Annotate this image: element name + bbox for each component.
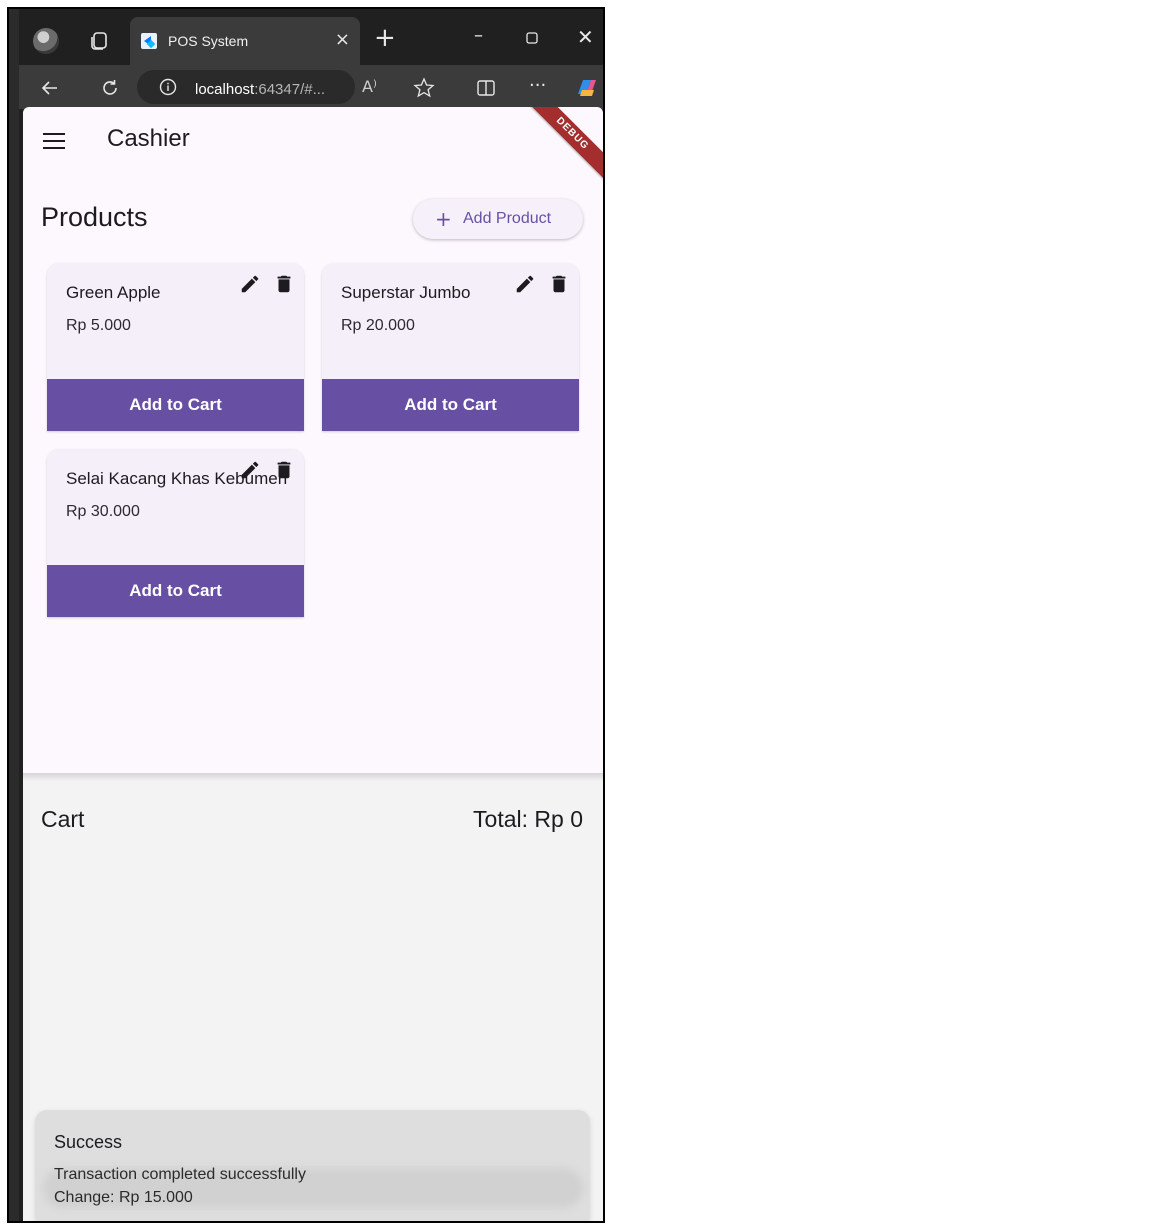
tab-title: POS System <box>168 33 249 49</box>
address-bar-row: localhost:64347/#... A⁾ ··· <box>19 65 603 109</box>
edit-icon[interactable] <box>239 459 261 481</box>
add-product-button[interactable]: + Add Product <box>413 199 583 239</box>
add-to-cart-button[interactable]: Add to Cart <box>47 379 304 431</box>
snackbar-change: Change: Rp 15.000 <box>54 1189 193 1206</box>
add-to-cart-button[interactable]: Add to Cart <box>47 565 304 617</box>
product-price: Rp 20.000 <box>341 317 415 334</box>
window-edge <box>9 9 19 1221</box>
minimize-icon[interactable]: – <box>474 25 483 46</box>
product-price: Rp 30.000 <box>66 503 140 520</box>
add-icon: + <box>435 207 452 231</box>
delete-icon[interactable] <box>273 459 295 481</box>
workspaces-icon[interactable] <box>89 30 111 52</box>
cart-total: Total: Rp 0 <box>473 806 583 832</box>
products-heading: Products <box>41 202 148 232</box>
refresh-icon[interactable] <box>100 78 120 98</box>
new-tab-icon[interactable]: + <box>374 23 396 53</box>
add-product-label: Add Product <box>463 210 552 227</box>
cart-heading: Cart <box>41 806 85 832</box>
success-snackbar: Success Transaction completed successful… <box>35 1110 590 1221</box>
address-bar[interactable]: localhost:64347/#... <box>137 70 355 104</box>
product-card: Superstar Jumbo Rp 20.000 Add to Cart <box>322 263 579 431</box>
product-card: Green Apple Rp 5.000 Add to Cart <box>47 263 304 431</box>
delete-icon[interactable] <box>548 273 570 295</box>
edit-icon[interactable] <box>239 273 261 295</box>
site-info-icon[interactable] <box>159 78 177 96</box>
back-icon[interactable] <box>40 78 60 98</box>
url-text: localhost:64347/#... <box>195 81 326 98</box>
read-aloud-icon[interactable]: A⁾ <box>362 77 377 96</box>
debug-banner: DEBUG <box>519 107 603 187</box>
product-name: Superstar Jumbo <box>341 283 471 302</box>
browser-window: POS System × + – ✕ localhost:64347/#... … <box>7 7 605 1223</box>
split-screen-icon[interactable] <box>476 78 496 98</box>
product-card: Selai Kacang Khas Kebumen Rp 30.000 Add … <box>47 449 304 617</box>
panel-divider <box>23 773 603 781</box>
maximize-icon[interactable] <box>526 32 538 44</box>
copilot-icon[interactable] <box>574 76 600 100</box>
add-to-cart-button[interactable]: Add to Cart <box>322 379 579 431</box>
profile-avatar[interactable] <box>33 28 59 54</box>
delete-icon[interactable] <box>273 273 295 295</box>
snackbar-title: Success <box>54 1132 123 1152</box>
menu-icon[interactable] <box>43 133 65 149</box>
tab-strip: POS System × + – ✕ <box>19 9 603 65</box>
product-price: Rp 5.000 <box>66 317 131 334</box>
close-window-icon[interactable]: ✕ <box>577 25 594 49</box>
flutter-icon <box>141 33 157 49</box>
tab-close-icon[interactable]: × <box>335 29 350 50</box>
app-title: Cashier <box>107 125 190 152</box>
favorite-star-icon[interactable] <box>413 77 435 99</box>
more-options-icon[interactable]: ··· <box>529 75 546 96</box>
snackbar-message: Transaction completed successfully <box>54 1166 306 1183</box>
edit-icon[interactable] <box>514 273 536 295</box>
product-name: Green Apple <box>66 283 161 302</box>
browser-tab[interactable]: POS System × <box>130 17 360 65</box>
app-bar: Cashier DEBUG <box>23 107 603 187</box>
cart-panel: Cart Total: Rp 0 Success Transaction com… <box>23 781 603 1221</box>
flutter-app: Cashier DEBUG Products + Add Product Gre… <box>23 107 603 1221</box>
